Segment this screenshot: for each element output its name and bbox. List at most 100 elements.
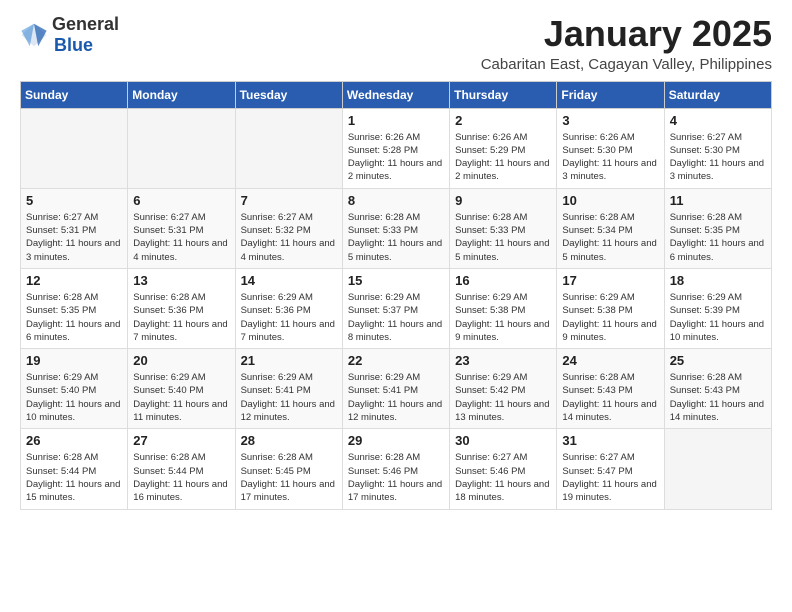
day-info: Sunrise: 6:27 AMSunset: 5:32 PMDaylight:… (241, 211, 337, 264)
logo: General Blue (20, 14, 119, 56)
calendar-day-cell: 13Sunrise: 6:28 AMSunset: 5:36 PMDayligh… (128, 268, 235, 348)
day-info: Sunrise: 6:28 AMSunset: 5:46 PMDaylight:… (348, 451, 444, 504)
col-monday: Monday (128, 81, 235, 108)
calendar-day-cell: 17Sunrise: 6:29 AMSunset: 5:38 PMDayligh… (557, 268, 664, 348)
calendar-day-cell: 22 Sunrise: 6:29 AMSunset: 5:41 PMDayligh… (342, 349, 449, 429)
page-header: General Blue January 2025 Cabaritan East… (0, 0, 792, 81)
day-number: 8 (348, 193, 444, 208)
days-header-row: Sunday Monday Tuesday Wednesday Thursday… (21, 81, 772, 108)
calendar-day-cell: 11 Sunrise: 6:28 AMSunset: 5:35 PMDayligh… (664, 188, 771, 268)
calendar-day-cell: 21Sunrise: 6:29 AMSunset: 5:41 PMDayligh… (235, 349, 342, 429)
calendar-wrapper: Sunday Monday Tuesday Wednesday Thursday… (0, 81, 792, 520)
calendar-day-cell: 28 Sunrise: 6:28 AMSunset: 5:45 PMDayligh… (235, 429, 342, 509)
calendar-day-cell: 25 Sunrise: 6:28 AMSunset: 5:43 PMDayligh… (664, 349, 771, 429)
day-number: 19 (26, 353, 122, 368)
day-number: 30 (455, 433, 551, 448)
location-title: Cabaritan East, Cagayan Valley, Philippi… (481, 56, 772, 73)
day-number: 13 (133, 273, 229, 288)
day-info: Sunrise: 6:29 AMSunset: 5:40 PMDaylight:… (26, 371, 122, 424)
calendar-table: Sunday Monday Tuesday Wednesday Thursday… (20, 81, 772, 510)
calendar-day-cell: 23 Sunrise: 6:29 AMSunset: 5:42 PMDayligh… (450, 349, 557, 429)
day-info: Sunrise: 6:29 AMSunset: 5:38 PMDaylight:… (455, 291, 551, 344)
day-number: 4 (670, 113, 766, 128)
calendar-day-cell: 7 Sunrise: 6:27 AMSunset: 5:32 PMDaylight… (235, 188, 342, 268)
day-number: 2 (455, 113, 551, 128)
day-number: 14 (241, 273, 337, 288)
day-number: 25 (670, 353, 766, 368)
calendar-week-row: 1Sunrise: 6:26 AMSunset: 5:28 PMDaylight… (21, 108, 772, 188)
day-info: Sunrise: 6:28 AMSunset: 5:43 PMDaylight:… (670, 371, 766, 424)
calendar-day-cell: 27Sunrise: 6:28 AMSunset: 5:44 PMDayligh… (128, 429, 235, 509)
calendar-day-cell: 10 Sunrise: 6:28 AMSunset: 5:34 PMDayligh… (557, 188, 664, 268)
day-info: Sunrise: 6:28 AMSunset: 5:44 PMDaylight:… (133, 451, 229, 504)
calendar-day-cell (128, 108, 235, 188)
day-number: 28 (241, 433, 337, 448)
day-number: 23 (455, 353, 551, 368)
title-block: January 2025 Cabaritan East, Cagayan Val… (481, 14, 772, 73)
calendar-week-row: 19 Sunrise: 6:29 AMSunset: 5:40 PMDayligh… (21, 349, 772, 429)
calendar-day-cell: 2 Sunrise: 6:26 AMSunset: 5:29 PMDaylight… (450, 108, 557, 188)
day-number: 26 (26, 433, 122, 448)
day-number: 31 (562, 433, 658, 448)
day-info: Sunrise: 6:27 AMSunset: 5:30 PMDaylight:… (670, 131, 766, 184)
day-number: 22 (348, 353, 444, 368)
day-info: Sunrise: 6:28 AMSunset: 5:34 PMDaylight:… (562, 211, 658, 264)
calendar-day-cell: 24Sunrise: 6:28 AMSunset: 5:43 PMDayligh… (557, 349, 664, 429)
day-info: Sunrise: 6:26 AMSunset: 5:30 PMDaylight:… (562, 131, 658, 184)
day-number: 15 (348, 273, 444, 288)
day-info: Sunrise: 6:28 AMSunset: 5:35 PMDaylight:… (670, 211, 766, 264)
day-info: Sunrise: 6:29 AMSunset: 5:40 PMDaylight:… (133, 371, 229, 424)
day-info: Sunrise: 6:28 AMSunset: 5:35 PMDaylight:… (26, 291, 122, 344)
calendar-day-cell: 8 Sunrise: 6:28 AMSunset: 5:33 PMDaylight… (342, 188, 449, 268)
day-info: Sunrise: 6:29 AMSunset: 5:39 PMDaylight:… (670, 291, 766, 344)
day-number: 9 (455, 193, 551, 208)
day-number: 24 (562, 353, 658, 368)
col-sunday: Sunday (21, 81, 128, 108)
col-thursday: Thursday (450, 81, 557, 108)
day-number: 21 (241, 353, 337, 368)
day-info: Sunrise: 6:28 AMSunset: 5:45 PMDaylight:… (241, 451, 337, 504)
logo-blue-text: Blue (54, 35, 93, 55)
calendar-day-cell: 19 Sunrise: 6:29 AMSunset: 5:40 PMDayligh… (21, 349, 128, 429)
day-number: 5 (26, 193, 122, 208)
col-friday: Friday (557, 81, 664, 108)
day-info: Sunrise: 6:27 AMSunset: 5:31 PMDaylight:… (133, 211, 229, 264)
day-info: Sunrise: 6:27 AMSunset: 5:46 PMDaylight:… (455, 451, 551, 504)
day-number: 10 (562, 193, 658, 208)
calendar-day-cell: 9 Sunrise: 6:28 AMSunset: 5:33 PMDaylight… (450, 188, 557, 268)
day-info: Sunrise: 6:28 AMSunset: 5:33 PMDaylight:… (348, 211, 444, 264)
calendar-day-cell: 26Sunrise: 6:28 AMSunset: 5:44 PMDayligh… (21, 429, 128, 509)
day-info: Sunrise: 6:27 AMSunset: 5:31 PMDaylight:… (26, 211, 122, 264)
day-info: Sunrise: 6:27 AMSunset: 5:47 PMDaylight:… (562, 451, 658, 504)
day-info: Sunrise: 6:29 AMSunset: 5:37 PMDaylight:… (348, 291, 444, 344)
calendar-week-row: 12Sunrise: 6:28 AMSunset: 5:35 PMDayligh… (21, 268, 772, 348)
day-number: 16 (455, 273, 551, 288)
calendar-day-cell: 30 Sunrise: 6:27 AMSunset: 5:46 PMDayligh… (450, 429, 557, 509)
calendar-day-cell: 31 Sunrise: 6:27 AMSunset: 5:47 PMDayligh… (557, 429, 664, 509)
calendar-week-row: 5 Sunrise: 6:27 AMSunset: 5:31 PMDaylight… (21, 188, 772, 268)
col-tuesday: Tuesday (235, 81, 342, 108)
calendar-day-cell: 15 Sunrise: 6:29 AMSunset: 5:37 PMDayligh… (342, 268, 449, 348)
day-number: 18 (670, 273, 766, 288)
day-info: Sunrise: 6:29 AMSunset: 5:42 PMDaylight:… (455, 371, 551, 424)
col-saturday: Saturday (664, 81, 771, 108)
calendar-day-cell: 6 Sunrise: 6:27 AMSunset: 5:31 PMDaylight… (128, 188, 235, 268)
calendar-day-cell: 20Sunrise: 6:29 AMSunset: 5:40 PMDayligh… (128, 349, 235, 429)
day-info: Sunrise: 6:28 AMSunset: 5:33 PMDaylight:… (455, 211, 551, 264)
calendar-day-cell (235, 108, 342, 188)
calendar-day-cell: 29 Sunrise: 6:28 AMSunset: 5:46 PMDayligh… (342, 429, 449, 509)
calendar-day-cell: 18 Sunrise: 6:29 AMSunset: 5:39 PMDayligh… (664, 268, 771, 348)
logo-general-text: General (52, 14, 119, 34)
day-number: 11 (670, 193, 766, 208)
day-number: 6 (133, 193, 229, 208)
day-number: 29 (348, 433, 444, 448)
day-info: Sunrise: 6:29 AMSunset: 5:41 PMDaylight:… (348, 371, 444, 424)
calendar-day-cell: 16 Sunrise: 6:29 AMSunset: 5:38 PMDayligh… (450, 268, 557, 348)
day-info: Sunrise: 6:26 AMSunset: 5:29 PMDaylight:… (455, 131, 551, 184)
day-number: 7 (241, 193, 337, 208)
calendar-day-cell (664, 429, 771, 509)
calendar-day-cell (21, 108, 128, 188)
calendar-day-cell: 3Sunrise: 6:26 AMSunset: 5:30 PMDaylight… (557, 108, 664, 188)
calendar-day-cell: 1Sunrise: 6:26 AMSunset: 5:28 PMDaylight… (342, 108, 449, 188)
logo-icon (20, 21, 48, 49)
